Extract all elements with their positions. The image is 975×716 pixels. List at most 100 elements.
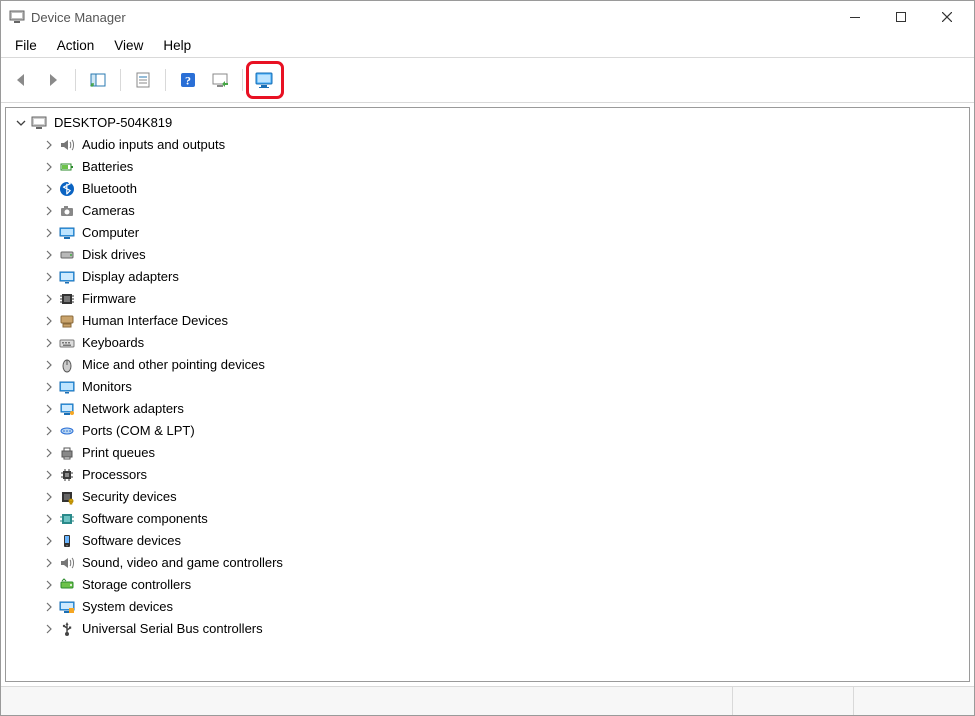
chevron-right-icon[interactable] — [42, 578, 56, 592]
status-bar — [1, 686, 974, 715]
tree-category-label: Computer — [80, 222, 141, 244]
usb-icon — [58, 620, 76, 638]
tree-category-label: Software components — [80, 508, 210, 530]
tree-category-row[interactable]: System devices — [6, 596, 969, 618]
tree-category-row[interactable]: Batteries — [6, 156, 969, 178]
menu-help[interactable]: Help — [153, 33, 201, 57]
mouse-icon — [58, 356, 76, 374]
tree-category-label: Network adapters — [80, 398, 186, 420]
tree-category-row[interactable]: Audio inputs and outputs — [6, 134, 969, 156]
tree-category-row[interactable]: Security devices — [6, 486, 969, 508]
tree-category-row[interactable]: Mice and other pointing devices — [6, 354, 969, 376]
tree-category-label: Display adapters — [80, 266, 181, 288]
tree-category-row[interactable]: Monitors — [6, 376, 969, 398]
menu-bar: File Action View Help — [1, 33, 974, 58]
tree-category-label: Sound, video and game controllers — [80, 552, 285, 574]
chevron-right-icon[interactable] — [42, 622, 56, 636]
tree-category-label: Storage controllers — [80, 574, 193, 596]
chevron-right-icon[interactable] — [42, 248, 56, 262]
tree-category-row[interactable]: Processors — [6, 464, 969, 486]
tree-category-row[interactable]: Display adapters — [6, 266, 969, 288]
chevron-right-icon[interactable] — [42, 556, 56, 570]
maximize-button[interactable] — [878, 2, 924, 32]
toolbar-back-button[interactable] — [7, 66, 35, 94]
system-icon — [58, 598, 76, 616]
chevron-right-icon[interactable] — [42, 160, 56, 174]
bluetooth-icon — [58, 180, 76, 198]
speaker-icon — [58, 136, 76, 154]
tree-category-label: Human Interface Devices — [80, 310, 230, 332]
tree-category-row[interactable]: Sound, video and game controllers — [6, 552, 969, 574]
menu-file[interactable]: File — [5, 33, 47, 57]
tree-category-label: Cameras — [80, 200, 137, 222]
tree-category-row[interactable]: Bluetooth — [6, 178, 969, 200]
tree-category-row[interactable]: Computer — [6, 222, 969, 244]
chevron-right-icon[interactable] — [42, 380, 56, 394]
menu-view[interactable]: View — [104, 33, 153, 57]
svg-text:?: ? — [185, 74, 191, 88]
chevron-right-icon[interactable] — [42, 226, 56, 240]
toolbar-separator — [75, 69, 76, 91]
tree-root-row[interactable]: DESKTOP-504K819 — [6, 112, 969, 134]
network-icon — [58, 400, 76, 418]
chevron-right-icon[interactable] — [42, 314, 56, 328]
tree-category-row[interactable]: Software components — [6, 508, 969, 530]
tree-category-label: Disk drives — [80, 244, 148, 266]
tree-category-label: Processors — [80, 464, 149, 486]
tree-pane[interactable]: DESKTOP-504K819 Audio inputs and outputs… — [5, 107, 970, 682]
chevron-right-icon[interactable] — [42, 182, 56, 196]
chevron-right-icon[interactable] — [42, 468, 56, 482]
display-icon — [58, 268, 76, 286]
tree-category-row[interactable]: Cameras — [6, 200, 969, 222]
toolbar: ? — [1, 58, 974, 103]
chevron-right-icon[interactable] — [42, 358, 56, 372]
chevron-right-icon[interactable] — [42, 490, 56, 504]
chevron-right-icon[interactable] — [42, 600, 56, 614]
tree-category-label: Monitors — [80, 376, 134, 398]
toolbar-console-tree-button[interactable] — [84, 66, 112, 94]
firmware-icon — [58, 290, 76, 308]
monitor-icon — [58, 378, 76, 396]
tree-category-row[interactable]: Ports (COM & LPT) — [6, 420, 969, 442]
tree-category-row[interactable]: Disk drives — [6, 244, 969, 266]
tree-category-label: Mice and other pointing devices — [80, 354, 267, 376]
tree-root-label: DESKTOP-504K819 — [52, 112, 174, 134]
minimize-button[interactable] — [832, 2, 878, 32]
status-segment — [1, 687, 732, 715]
menu-action[interactable]: Action — [47, 33, 105, 57]
swcomp-icon — [58, 510, 76, 528]
tree-category-row[interactable]: Universal Serial Bus controllers — [6, 618, 969, 640]
chevron-right-icon[interactable] — [42, 138, 56, 152]
chevron-right-icon[interactable] — [42, 446, 56, 460]
tree-category-row[interactable]: Software devices — [6, 530, 969, 552]
chevron-right-icon[interactable] — [42, 424, 56, 438]
chevron-right-icon[interactable] — [42, 204, 56, 218]
tree-category-row[interactable]: Network adapters — [6, 398, 969, 420]
tree-category-row[interactable]: Print queues — [6, 442, 969, 464]
tree-category-row[interactable]: Firmware — [6, 288, 969, 310]
chevron-right-icon[interactable] — [42, 270, 56, 284]
status-segment — [732, 687, 853, 715]
disk-icon — [58, 246, 76, 264]
toolbar-add-legacy-hardware-button[interactable] — [251, 66, 279, 94]
tree-category-row[interactable]: Keyboards — [6, 332, 969, 354]
tree-category-label: Batteries — [80, 156, 135, 178]
chevron-right-icon[interactable] — [42, 336, 56, 350]
chevron-right-icon[interactable] — [42, 512, 56, 526]
close-button[interactable] — [924, 2, 970, 32]
toolbar-separator — [165, 69, 166, 91]
chevron-down-icon[interactable] — [14, 116, 28, 130]
toolbar-scan-hardware-button[interactable] — [206, 66, 234, 94]
toolbar-forward-button[interactable] — [39, 66, 67, 94]
chevron-right-icon[interactable] — [42, 534, 56, 548]
chevron-right-icon[interactable] — [42, 402, 56, 416]
toolbar-properties-button[interactable] — [129, 66, 157, 94]
tree-category-row[interactable]: Storage controllers — [6, 574, 969, 596]
toolbar-separator — [242, 69, 243, 91]
chevron-right-icon[interactable] — [42, 292, 56, 306]
ports-icon — [58, 422, 76, 440]
hid-icon — [58, 312, 76, 330]
tree-category-row[interactable]: Human Interface Devices — [6, 310, 969, 332]
toolbar-help-button[interactable]: ? — [174, 66, 202, 94]
tree-category-label: Audio inputs and outputs — [80, 134, 227, 156]
